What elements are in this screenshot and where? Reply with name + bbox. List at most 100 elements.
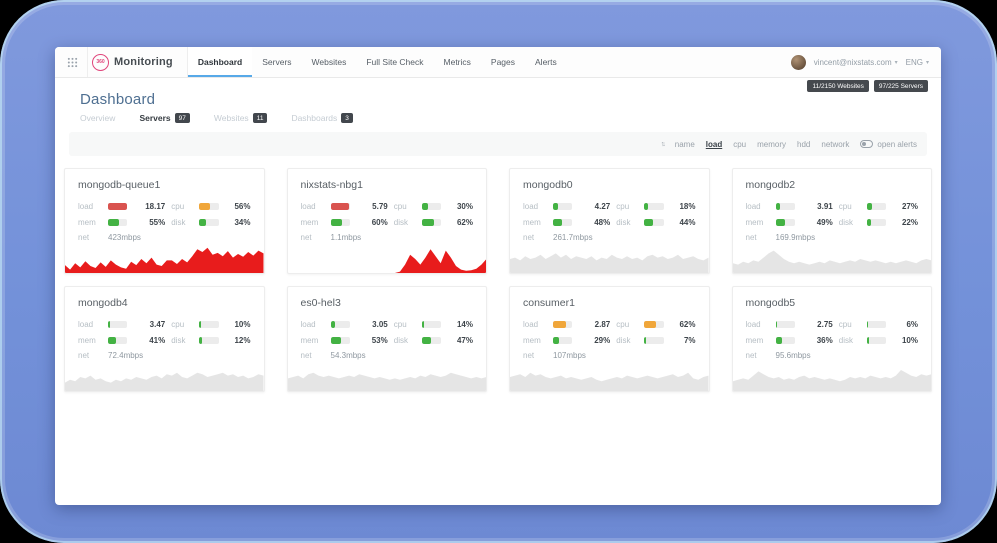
user-avatar[interactable] (791, 55, 806, 70)
mem-bar (108, 219, 127, 226)
language-menu[interactable]: ENG ▾ (906, 58, 929, 67)
net-row: net 95.6mbps (733, 351, 932, 360)
nav-item[interactable]: Full Site Check (356, 47, 433, 77)
disk-bar (867, 337, 886, 344)
sparkline-chart (733, 245, 932, 273)
open-alerts-toggle[interactable]: open alerts (860, 140, 917, 149)
metric-label: net (301, 233, 325, 242)
sparkline-chart (65, 363, 264, 391)
nav-item[interactable]: Alerts (525, 47, 567, 77)
net-value: 95.6mbps (776, 351, 811, 360)
metric-value: 34% (225, 218, 251, 227)
logo[interactable]: 360 Monitoring (87, 47, 187, 77)
sort-icon[interactable]: ↑↓ (661, 141, 664, 148)
server-card[interactable]: mongodb5 load 2.75 cpu 6% mem 36% disk 1… (732, 286, 933, 392)
nav-item[interactable]: Websites (302, 47, 357, 77)
net-row: net 72.4mbps (65, 351, 264, 360)
sparkline-chart (510, 245, 709, 273)
metric-label: disk (394, 218, 416, 227)
sort-bar: ↑↓ name load cpu memory hdd network open aler… (69, 132, 927, 156)
sort-option[interactable]: memory (757, 140, 786, 149)
nav-item[interactable]: Pages (481, 47, 525, 77)
chevron-down-icon: ▾ (895, 59, 898, 66)
net-value: 423mbps (108, 233, 141, 242)
net-value: 107mbps (553, 351, 586, 360)
stat-badge[interactable]: 97/225 Servers (874, 80, 928, 92)
metric-label: disk (839, 336, 861, 345)
cpu-bar (867, 203, 886, 210)
disk-bar (199, 337, 218, 344)
sort-option[interactable]: cpu (733, 140, 746, 149)
metric-label: net (746, 351, 770, 360)
server-name: mongodb0 (510, 169, 709, 191)
load-bar (553, 203, 572, 210)
sort-option[interactable]: hdd (797, 140, 810, 149)
metrics: load 3.47 cpu 10% mem 41% disk 12% (65, 320, 264, 345)
metric-label: net (78, 233, 102, 242)
server-name: nixstats-nbg1 (288, 169, 487, 191)
metric-value: 41% (133, 336, 165, 345)
load-bar (331, 203, 350, 210)
top-nav-bar: 360 Monitoring DashboardServersWebsitesF… (55, 47, 941, 78)
server-card[interactable]: nixstats-nbg1 load 5.79 cpu 30% mem 60% … (287, 168, 488, 274)
metric-label: load (78, 202, 102, 211)
metric-value: 10% (225, 320, 251, 329)
metric-value: 6% (892, 320, 918, 329)
server-card[interactable]: es0-hel3 load 3.05 cpu 14% mem 53% disk … (287, 286, 488, 392)
server-card[interactable]: mongodb-queue1 load 18.17 cpu 56% mem 55… (64, 168, 265, 274)
sparkline-chart (510, 363, 709, 391)
server-card[interactable]: mongodb2 load 3.91 cpu 27% mem 49% disk … (732, 168, 933, 274)
tab-label: Overview (80, 113, 115, 123)
metric-value: 49% (801, 218, 833, 227)
metric-label: cpu (839, 320, 861, 329)
net-row: net 107mbps (510, 351, 709, 360)
sort-option[interactable]: network (821, 140, 849, 149)
stat-badge[interactable]: 11/2150 Websites (807, 80, 868, 92)
nav-item[interactable]: Metrics (434, 47, 481, 77)
tab[interactable]: Websites 11 (214, 113, 268, 123)
metric-value: 44% (670, 218, 696, 227)
metric-value: 62% (447, 218, 473, 227)
mem-bar (331, 219, 350, 226)
metric-label: load (746, 202, 770, 211)
metric-label: load (523, 202, 547, 211)
metric-label: disk (171, 336, 193, 345)
server-card[interactable]: consumer1 load 2.87 cpu 62% mem 29% disk (509, 286, 710, 392)
sort-option[interactable]: load (706, 140, 722, 149)
metric-value: 2.87 (578, 320, 610, 329)
metric-label: mem (301, 218, 325, 227)
nav-item[interactable]: Servers (252, 47, 301, 77)
metric-value: 12% (225, 336, 251, 345)
metric-label: disk (394, 336, 416, 345)
sort-option[interactable]: name (675, 140, 695, 149)
net-row: net 261.7mbps (510, 233, 709, 242)
metric-value: 18.17 (133, 202, 165, 211)
metric-value: 7% (670, 336, 696, 345)
metric-value: 60% (356, 218, 388, 227)
nav-item[interactable]: Dashboard (188, 47, 252, 77)
app-window: 360 Monitoring DashboardServersWebsitesF… (55, 47, 941, 505)
metrics: load 4.27 cpu 18% mem 48% disk 44% (510, 202, 709, 227)
metric-label: cpu (171, 320, 193, 329)
tab[interactable]: Servers 97 (139, 113, 189, 123)
metric-value: 56% (225, 202, 251, 211)
metric-label: disk (839, 218, 861, 227)
sparkline-chart (65, 245, 264, 273)
metric-value: 29% (578, 336, 610, 345)
mem-bar (331, 337, 350, 344)
metric-label: mem (523, 218, 547, 227)
mem-bar (553, 337, 572, 344)
user-email: vincent@nixstats.com (814, 58, 892, 67)
server-card[interactable]: mongodb4 load 3.47 cpu 10% mem 41% disk … (64, 286, 265, 392)
server-name: consumer1 (510, 287, 709, 309)
logo-text: Monitoring (114, 56, 173, 68)
tab[interactable]: Dashboards 3 (291, 113, 352, 123)
server-card[interactable]: mongodb0 load 4.27 cpu 18% mem 48% disk … (509, 168, 710, 274)
tab[interactable]: Overview (80, 113, 115, 123)
metric-label: load (301, 320, 325, 329)
metric-label: mem (523, 336, 547, 345)
app-launcher-icon[interactable] (65, 47, 87, 77)
user-menu[interactable]: vincent@nixstats.com ▾ (814, 58, 898, 67)
page-title: Dashboard (80, 91, 941, 108)
metric-value: 48% (578, 218, 610, 227)
